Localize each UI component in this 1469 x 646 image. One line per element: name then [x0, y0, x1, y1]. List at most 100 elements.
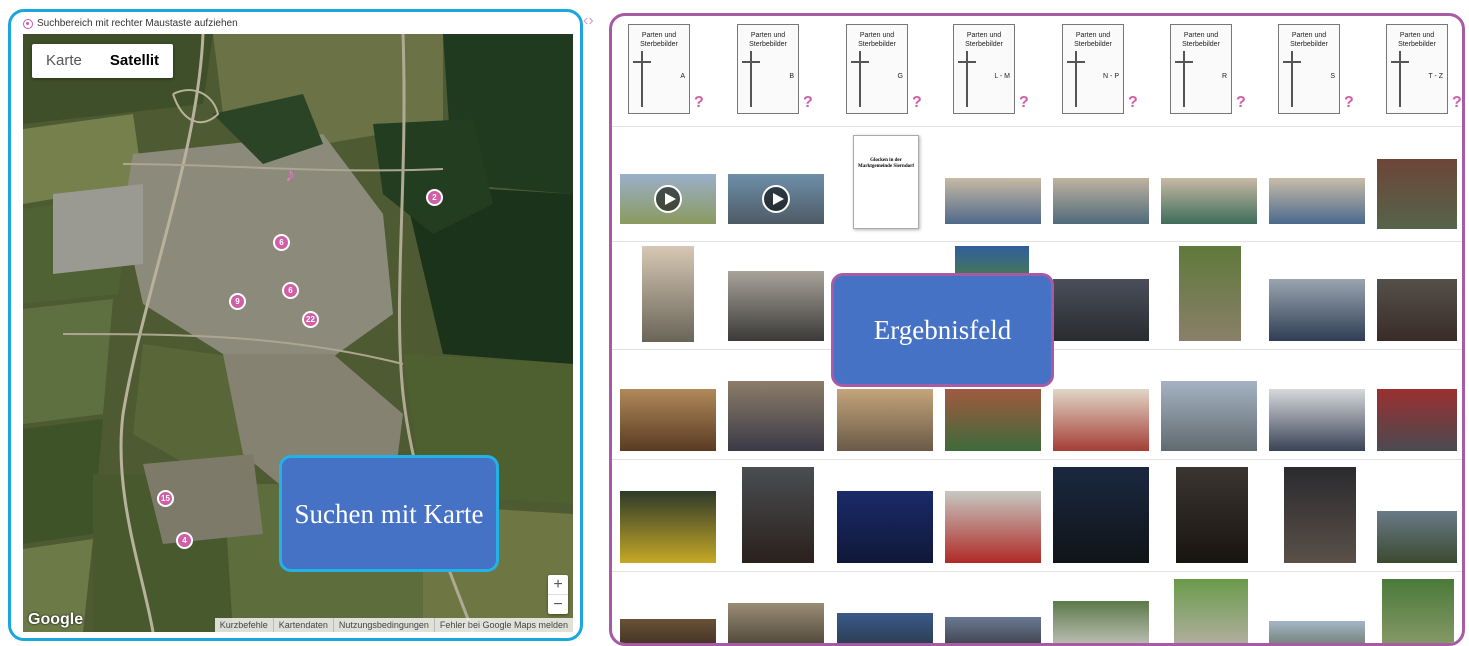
unknown-location-icon[interactable]: ? [694, 94, 704, 112]
photo-thumbnail[interactable] [1269, 279, 1365, 341]
photo-thumbnail[interactable] [837, 389, 933, 451]
photo-thumbnail[interactable] [945, 389, 1041, 451]
map-type-karte-button[interactable]: Karte [32, 44, 96, 78]
map-marker[interactable]: 9 [229, 293, 246, 310]
cross-icon [958, 51, 976, 107]
document-title: Parten und Sterbebilder [1182, 32, 1220, 48]
document-letter: B [789, 73, 794, 80]
document-title: Parten und Sterbebilder [640, 32, 678, 48]
document-letter: N - P [1103, 73, 1119, 80]
document-thumbnail[interactable]: Parten und Sterbebilder L - M [953, 24, 1015, 114]
cross-icon [851, 51, 869, 107]
photo-thumbnail[interactable] [1161, 178, 1257, 224]
map-hint: Suchbereich mit rechter Maustaste aufzie… [23, 18, 238, 29]
document-thumbnail[interactable]: Parten und Sterbebilder G [846, 24, 908, 114]
attribution-shortcuts-link[interactable]: Kurzbefehle [215, 618, 273, 632]
photo-thumbnail[interactable] [620, 389, 716, 451]
zoom-in-button[interactable]: + [548, 575, 568, 594]
document-letter: A [680, 73, 685, 80]
photo-thumbnail[interactable] [620, 491, 716, 563]
photo-thumbnail[interactable] [1377, 389, 1457, 451]
photo-thumbnail[interactable] [945, 491, 1041, 563]
photo-thumbnail[interactable] [1284, 467, 1356, 563]
map-type-satellit-button[interactable]: Satellit [96, 44, 173, 78]
photo-thumbnail[interactable] [1174, 579, 1248, 643]
photo-thumbnail[interactable] [1053, 389, 1149, 451]
photo-thumbnail[interactable] [728, 603, 824, 643]
document-thumbnail[interactable]: Parten und Sterbebilder A [628, 24, 690, 114]
photo-thumbnail[interactable] [1382, 579, 1454, 643]
map-marker[interactable]: 15 [157, 490, 174, 507]
photo-thumbnail[interactable] [945, 178, 1041, 224]
unknown-location-icon[interactable]: ? [1452, 94, 1462, 112]
photo-thumbnail[interactable] [1377, 159, 1457, 229]
music-note-icon[interactable]: ♪ [285, 164, 295, 187]
callout-results-field: Ergebnisfeld [831, 273, 1054, 387]
map-attribution: Kurzbefehle Kartendaten Nutzungsbedingun… [214, 618, 573, 632]
photo-thumbnail[interactable] [1053, 467, 1149, 563]
photo-thumbnail[interactable] [1161, 381, 1257, 451]
booklet-thumbnail[interactable]: Glocken in der Marktgemeinde Sierndorf [853, 135, 919, 229]
map-marker[interactable]: 22 [302, 311, 319, 328]
photo-thumbnail[interactable] [1176, 467, 1248, 563]
cross-icon [1391, 51, 1409, 107]
document-letter: T - Z [1428, 73, 1443, 80]
document-letter: R [1221, 73, 1227, 80]
unknown-location-icon[interactable]: ? [1019, 94, 1029, 112]
google-logo[interactable]: Google [28, 611, 83, 629]
document-letter: G [897, 73, 903, 80]
map-marker[interactable]: 2 [426, 189, 443, 206]
photo-thumbnail[interactable] [837, 491, 933, 563]
video-thumbnail[interactable] [728, 174, 824, 224]
photo-thumbnail[interactable] [837, 613, 933, 643]
document-thumbnail[interactable]: Parten und Sterbebilder T - Z [1386, 24, 1448, 114]
unknown-location-icon[interactable]: ? [1236, 94, 1246, 112]
photo-thumbnail[interactable] [728, 271, 824, 341]
cross-icon [1175, 51, 1193, 107]
target-icon [23, 18, 33, 29]
photo-thumbnail[interactable] [1269, 389, 1365, 451]
photo-thumbnail[interactable] [1377, 511, 1457, 563]
map-marker[interactable]: 6 [282, 282, 299, 299]
document-letter: L - M [994, 73, 1010, 80]
photo-thumbnail[interactable] [1269, 178, 1365, 224]
photo-thumbnail[interactable] [642, 246, 694, 342]
panel-toggle-icon[interactable]: ‹› [583, 12, 594, 30]
photo-thumbnail[interactable] [1179, 246, 1241, 341]
play-icon [762, 185, 790, 213]
callout-map-search: Suchen mit Karte [279, 455, 499, 572]
unknown-location-icon[interactable]: ? [912, 94, 922, 112]
photo-thumbnail[interactable] [945, 617, 1041, 643]
results-row: Parten und Sterbebilder A? Parten und Ster… [612, 16, 1462, 127]
document-thumbnail[interactable]: Parten und Sterbebilder B [737, 24, 799, 114]
map-type-control: Karte Satellit [32, 44, 174, 78]
photo-thumbnail[interactable] [742, 467, 814, 563]
cross-icon [1067, 51, 1085, 107]
attribution-mapdata-link[interactable]: Kartendaten [272, 618, 333, 632]
unknown-location-icon[interactable]: ? [1128, 94, 1138, 112]
video-thumbnail[interactable] [620, 174, 716, 224]
photo-thumbnail[interactable] [1053, 178, 1149, 224]
document-title: Parten und Sterbebilder [1290, 32, 1328, 48]
document-letter: S [1330, 73, 1335, 80]
document-thumbnail[interactable]: Parten und Sterbebilder S [1278, 24, 1340, 114]
cross-icon [1283, 51, 1301, 107]
unknown-location-icon[interactable]: ? [803, 94, 813, 112]
unknown-location-icon[interactable]: ? [1344, 94, 1354, 112]
photo-thumbnail[interactable] [1053, 601, 1149, 643]
results-row: Glocken in der Marktgemeinde Sierndorf [612, 126, 1462, 242]
document-thumbnail[interactable]: Parten und Sterbebilder R [1170, 24, 1232, 114]
photo-thumbnail[interactable] [1377, 279, 1457, 341]
photo-thumbnail[interactable] [620, 619, 716, 643]
document-title: Parten und Sterbebilder [858, 32, 896, 48]
document-thumbnail[interactable]: Parten und Sterbebilder N - P [1062, 24, 1124, 114]
map-marker[interactable]: 4 [176, 532, 193, 549]
map-marker[interactable]: 6 [273, 234, 290, 251]
attribution-report-link[interactable]: Fehler bei Google Maps melden [433, 618, 573, 632]
photo-thumbnail[interactable] [1053, 279, 1149, 341]
attribution-terms-link[interactable]: Nutzungsbedingungen [332, 618, 434, 632]
photo-thumbnail[interactable] [1269, 621, 1365, 643]
results-row [612, 459, 1462, 572]
photo-thumbnail[interactable] [728, 381, 824, 451]
zoom-out-button[interactable]: − [548, 595, 568, 614]
